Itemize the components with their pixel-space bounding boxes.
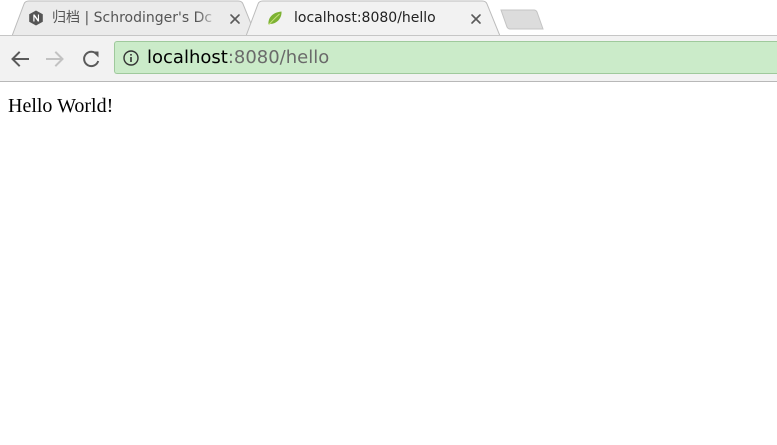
page-content: Hello World! <box>0 82 777 445</box>
url-text[interactable]: localhost:8080/hello <box>147 47 329 69</box>
arrow-right-icon <box>46 51 64 67</box>
tab-title: 归档 | Schrodinger's Dc <box>52 10 213 26</box>
forward-button[interactable] <box>44 48 66 70</box>
hexagon-n-icon <box>28 10 44 26</box>
page-body-text: Hello World! <box>8 95 114 117</box>
new-tab-button[interactable] <box>500 9 544 30</box>
arrow-left-icon <box>11 51 29 67</box>
info-icon[interactable] <box>123 50 139 66</box>
tab-strip: 归档 | Schrodinger's Dc localhost:8080/hel… <box>0 0 777 36</box>
url-host: localhost <box>147 47 228 68</box>
reload-button[interactable] <box>80 48 102 70</box>
tab-archive[interactable]: 归档 | Schrodinger's Dc <box>12 0 256 36</box>
toolbar: localhost:8080/hello <box>0 36 777 81</box>
close-icon[interactable] <box>469 11 483 25</box>
close-icon[interactable] <box>228 11 242 25</box>
reload-icon <box>83 50 100 68</box>
back-button[interactable] <box>9 48 31 70</box>
tab-localhost-hello[interactable]: localhost:8080/hello <box>246 0 500 36</box>
spring-leaf-icon <box>267 10 283 26</box>
url-path: :8080/hello <box>227 47 330 68</box>
address-bar[interactable]: localhost:8080/hello <box>114 41 777 74</box>
tab-title: localhost:8080/hello <box>294 10 436 26</box>
browser-window: 归档 | Schrodinger's Dc localhost:8080/hel… <box>0 0 777 445</box>
